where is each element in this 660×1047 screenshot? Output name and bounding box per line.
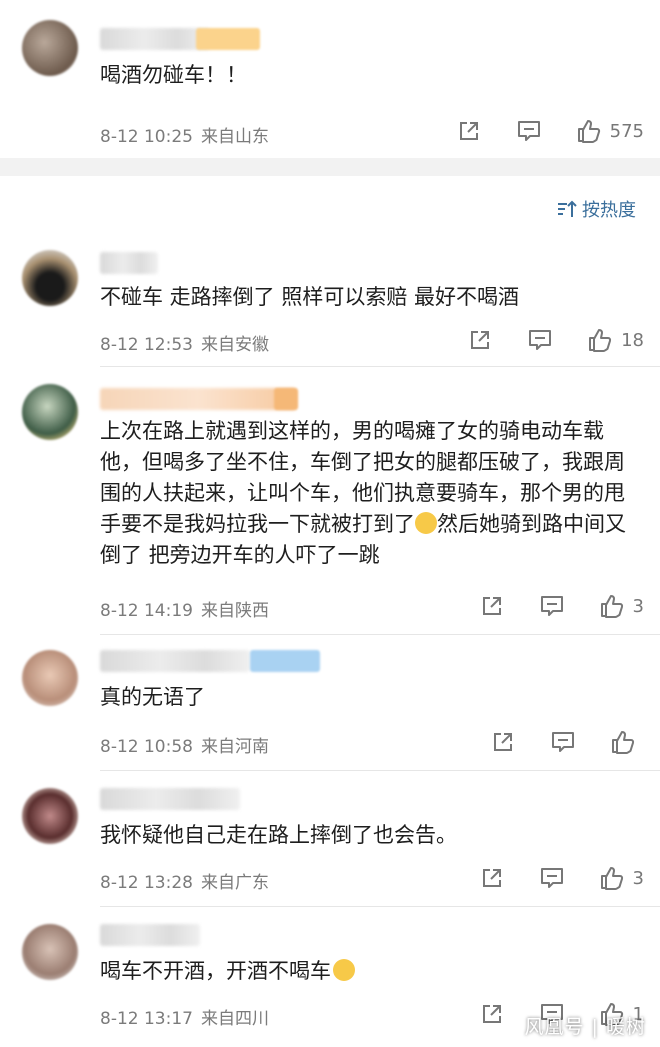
comment-location: 来自安徽 bbox=[200, 335, 269, 355]
comment-icon bbox=[516, 118, 542, 144]
share-icon bbox=[490, 729, 516, 755]
like-count: 3 bbox=[632, 867, 644, 889]
reply-button[interactable] bbox=[539, 865, 565, 891]
comment-meta: 8-12 14:19 来自陕西 bbox=[100, 596, 277, 621]
comment-meta: 8-12 10:25 来自山东 bbox=[100, 122, 277, 147]
comment-time: 8-12 10:25 bbox=[100, 127, 193, 147]
comment-time: 8-12 10:58 bbox=[100, 737, 193, 757]
comment-item: 不碰车 走路摔倒了 照样可以索赔 最好不喝酒 8-12 12:53 来自安徽 18 bbox=[0, 240, 660, 370]
comment-item: 上次在路上就遇到这样的，男的喝瘫了女的骑电动车载他，但喝多了坐不住，车倒了把女的… bbox=[0, 370, 660, 634]
like-button[interactable]: 18 bbox=[587, 327, 644, 353]
username-blurred[interactable] bbox=[100, 252, 158, 274]
comment-time: 8-12 13:28 bbox=[100, 873, 193, 893]
comment-actions bbox=[456, 729, 644, 755]
like-count: 18 bbox=[621, 329, 644, 351]
share-button[interactable] bbox=[479, 1001, 505, 1027]
emoji-icon bbox=[415, 512, 437, 534]
comment-meta: 8-12 13:28 来自广东 bbox=[100, 868, 277, 893]
like-icon bbox=[587, 327, 613, 353]
comment-icon bbox=[539, 865, 565, 891]
comment-actions: 18 bbox=[433, 327, 644, 353]
watermark: 风凰号 | 暖树 bbox=[524, 1016, 646, 1038]
avatar[interactable] bbox=[22, 250, 78, 306]
reply-button[interactable] bbox=[516, 118, 542, 144]
username-blurred[interactable] bbox=[100, 788, 240, 810]
reply-button[interactable] bbox=[539, 593, 565, 619]
comment-text: 喝酒勿碰车！！ bbox=[100, 63, 247, 87]
share-icon bbox=[479, 865, 505, 891]
user-badge bbox=[274, 388, 298, 410]
comment-location: 来自四川 bbox=[200, 1009, 269, 1029]
comment-location: 来自陕西 bbox=[200, 601, 269, 621]
sort-label: 按热度 bbox=[582, 200, 636, 221]
divider bbox=[100, 906, 660, 907]
avatar[interactable] bbox=[22, 20, 78, 76]
comment-item: 喝酒勿碰车！！ 8-12 10:25 来自山东 575 bbox=[0, 0, 660, 158]
share-icon bbox=[467, 327, 493, 353]
share-icon bbox=[479, 1001, 505, 1027]
like-button[interactable]: 575 bbox=[576, 118, 644, 144]
like-count: 575 bbox=[609, 120, 644, 142]
share-icon bbox=[479, 593, 505, 619]
divider bbox=[100, 770, 660, 771]
like-button[interactable]: 3 bbox=[599, 593, 644, 619]
divider bbox=[100, 634, 660, 635]
like-icon bbox=[599, 593, 625, 619]
comment-text: 不碰车 走路摔倒了 照样可以索赔 最好不喝酒 bbox=[100, 285, 520, 309]
comment-meta: 8-12 13:17 来自四川 bbox=[100, 1004, 277, 1029]
comment-item: 我怀疑他自己走在路上摔倒了也会告。 8-12 13:28 来自广东 3 bbox=[0, 774, 660, 904]
comment-item: 真的无语了 8-12 10:58 来自河南 bbox=[0, 638, 660, 768]
like-button[interactable]: 3 bbox=[599, 865, 644, 891]
like-button[interactable] bbox=[610, 729, 644, 755]
username-blurred[interactable] bbox=[100, 388, 296, 410]
comment-meta: 8-12 12:53 来自安徽 bbox=[100, 330, 277, 355]
like-count: 3 bbox=[632, 595, 644, 617]
comment-icon bbox=[527, 327, 553, 353]
user-badge bbox=[250, 650, 320, 672]
username-blurred[interactable] bbox=[100, 28, 210, 50]
like-icon bbox=[599, 865, 625, 891]
comment-text: 真的无语了 bbox=[100, 685, 205, 709]
comment-location: 来自广东 bbox=[200, 873, 269, 893]
share-button[interactable] bbox=[479, 865, 505, 891]
comment-time: 8-12 12:53 bbox=[100, 335, 193, 355]
comment-text: 喝车不开酒，开酒不喝车 bbox=[100, 956, 636, 987]
comment-location: 来自山东 bbox=[200, 127, 269, 147]
reply-button[interactable] bbox=[550, 729, 576, 755]
avatar[interactable] bbox=[22, 924, 78, 980]
comment-actions: 3 bbox=[445, 865, 644, 891]
share-button[interactable] bbox=[456, 118, 482, 144]
comment-icon bbox=[539, 593, 565, 619]
username-blurred[interactable] bbox=[100, 650, 250, 672]
username-blurred[interactable] bbox=[100, 924, 200, 946]
avatar[interactable] bbox=[22, 384, 78, 440]
comment-text-part: 喝车不开酒，开酒不喝车 bbox=[100, 959, 331, 983]
comment-location: 来自河南 bbox=[200, 737, 269, 757]
comment-actions: 3 bbox=[445, 593, 644, 619]
like-icon bbox=[610, 729, 636, 755]
sort-by-hot-button[interactable]: 按热度 bbox=[556, 196, 636, 222]
comment-time: 8-12 14:19 bbox=[100, 601, 193, 621]
reply-button[interactable] bbox=[527, 327, 553, 353]
comment-text: 我怀疑他自己走在路上摔倒了也会告。 bbox=[100, 823, 457, 847]
sort-icon bbox=[558, 200, 577, 217]
divider bbox=[100, 366, 660, 367]
emoji-icon bbox=[333, 959, 355, 981]
user-badge bbox=[196, 28, 260, 50]
avatar[interactable] bbox=[22, 788, 78, 844]
comment-icon bbox=[550, 729, 576, 755]
comment-meta: 8-12 10:58 来自河南 bbox=[100, 732, 277, 757]
comment-text: 上次在路上就遇到这样的，男的喝瘫了女的骑电动车载他，但喝多了坐不住，车倒了把女的… bbox=[100, 416, 640, 571]
share-button[interactable] bbox=[467, 327, 493, 353]
comment-time: 8-12 13:17 bbox=[100, 1009, 193, 1029]
avatar[interactable] bbox=[22, 650, 78, 706]
section-separator bbox=[0, 158, 660, 176]
comment-actions: 575 bbox=[422, 118, 644, 144]
share-icon bbox=[456, 118, 482, 144]
share-button[interactable] bbox=[490, 729, 516, 755]
share-button[interactable] bbox=[479, 593, 505, 619]
like-icon bbox=[576, 118, 602, 144]
